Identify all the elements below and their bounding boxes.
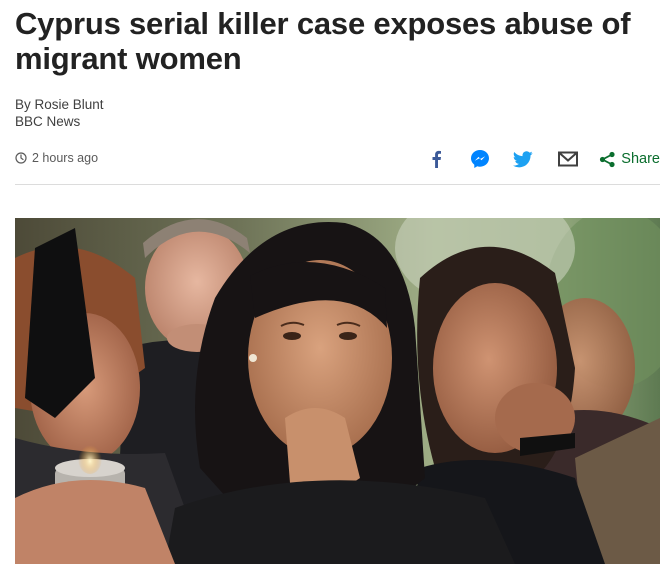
messenger-share-button[interactable] bbox=[468, 147, 492, 171]
meta-row: 2 hours ago Share bbox=[15, 146, 660, 172]
author-name: By Rosie Blunt bbox=[15, 97, 104, 112]
share-label: Share bbox=[621, 151, 660, 167]
email-icon bbox=[558, 151, 579, 167]
divider bbox=[15, 184, 660, 185]
share-icon bbox=[600, 151, 615, 167]
twitter-share-button[interactable] bbox=[511, 147, 535, 171]
share-tools: Share bbox=[424, 146, 660, 172]
photo-vigil-crowd bbox=[15, 218, 660, 564]
byline: By Rosie Blunt BBC News bbox=[15, 96, 104, 130]
facebook-share-button[interactable] bbox=[424, 147, 448, 171]
email-share-button[interactable] bbox=[556, 147, 580, 171]
messenger-icon bbox=[471, 150, 490, 168]
timestamp: 2 hours ago bbox=[15, 151, 98, 165]
share-button[interactable]: Share bbox=[599, 151, 660, 168]
facebook-icon bbox=[432, 150, 441, 168]
clock-icon bbox=[15, 152, 27, 164]
article-headline: Cyprus serial killer case exposes abuse … bbox=[15, 6, 631, 76]
twitter-icon bbox=[513, 150, 533, 167]
news-outlet: BBC News bbox=[15, 114, 81, 129]
timestamp-text: 2 hours ago bbox=[32, 151, 99, 165]
hero-image bbox=[15, 218, 660, 564]
